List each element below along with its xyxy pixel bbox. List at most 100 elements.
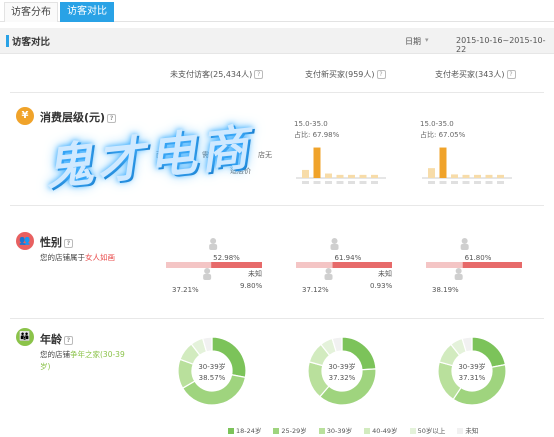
female-person-icon (210, 238, 217, 244)
people-icon: 👥 (16, 232, 34, 250)
section-title-age: 年龄? (40, 331, 73, 347)
bar[interactable] (451, 174, 458, 178)
bar[interactable] (474, 174, 481, 178)
legend-item[interactable]: 50岁以上 (409, 425, 446, 435)
bar-tick-label (474, 181, 481, 184)
bar[interactable] (428, 168, 435, 178)
female-pct: 61.94% (335, 254, 362, 262)
legend-label: 50岁以上 (417, 427, 446, 435)
female-person-icon (330, 244, 339, 250)
gender-highlight: 女人如画 (85, 253, 115, 262)
legend-swatch (364, 428, 371, 434)
donut-center-pct: 37.31% (459, 374, 486, 382)
bar[interactable] (325, 173, 332, 178)
unknown-pct: 9.80% (240, 282, 263, 290)
female-bar[interactable] (211, 262, 262, 268)
bar-tick-label (325, 181, 332, 184)
bar-tick-label (451, 181, 458, 184)
bar-tick-label (359, 181, 367, 184)
help-icon[interactable]: ? (64, 238, 73, 248)
age-donut-charts: 30-39岁 38.57% 30-39岁 37.32% 30-39岁 37.31% (177, 336, 507, 406)
bar[interactable] (439, 147, 447, 178)
unknown-label: 未知 (248, 269, 262, 278)
female-person-icon (460, 244, 469, 250)
yen-icon: ¥ (16, 107, 34, 125)
legend-item[interactable]: 未知 (457, 425, 478, 435)
male-bar[interactable] (296, 262, 333, 268)
legend-label: 未知 (465, 427, 479, 435)
help-icon[interactable]: ? (506, 70, 516, 79)
column-header-label: 支付老买家(343人) (435, 70, 505, 79)
male-person-icon (454, 274, 463, 280)
bar-tick-label (371, 181, 378, 184)
bar-tick-label (302, 181, 309, 184)
header-accent (6, 35, 9, 47)
unknown-label: 未知 (378, 269, 392, 278)
tab-visitor-distribution[interactable]: 访客分布 (4, 2, 58, 22)
legend-swatch (409, 428, 416, 434)
tooltip-range: 15.0-35.0 (420, 120, 454, 128)
bar[interactable] (497, 174, 504, 178)
column-header-old-buyers: 支付老买家(343人)? (435, 69, 516, 80)
donut-center-label: 30-39岁 (328, 362, 355, 371)
column-header-label: 支付新买家(959人) (305, 70, 375, 79)
section-title-gender: 性别? (40, 234, 73, 250)
bar[interactable] (485, 174, 493, 178)
female-person-icon (209, 244, 218, 250)
help-icon[interactable]: ? (376, 70, 386, 79)
help-icon[interactable]: ? (254, 70, 264, 79)
tooltip-ratio: 占比: 67.98% (294, 131, 340, 139)
female-person-icon (461, 238, 468, 244)
female-pct: 61.80% (465, 254, 492, 262)
male-person-icon (455, 268, 462, 274)
legend-swatch (457, 428, 464, 434)
gender-bars: 52.98% 37.21% 未知 9.80% 61.94% 37.12% 未知 0.93% 61… (166, 238, 522, 294)
bar[interactable] (462, 174, 470, 178)
female-person-icon (331, 238, 338, 244)
section-header: 访客对比 日期 ▾ 2015-10-16~2015-10-22 (0, 28, 554, 54)
bar[interactable] (336, 174, 344, 178)
chevron-down-icon[interactable]: ▾ (425, 36, 429, 44)
help-icon[interactable]: ? (64, 335, 73, 345)
legend-label: 18-24岁 (236, 427, 262, 435)
legend-label: 40-49岁 (372, 427, 398, 435)
male-person-icon (325, 268, 332, 274)
bar-tick-label (348, 181, 355, 184)
legend-item[interactable]: 30-39岁 (318, 425, 352, 435)
legend-item[interactable]: 25-29岁 (273, 425, 307, 435)
male-person-icon (203, 274, 212, 280)
donut-slice[interactable] (211, 336, 247, 379)
tooltip-ratio: 占比: 67.05% (420, 131, 466, 139)
bar-tick-label (313, 181, 321, 184)
male-pct: 38.19% (432, 286, 459, 294)
bar[interactable] (371, 174, 378, 178)
bar-tick-label (428, 181, 435, 184)
date-range: 2015-10-16~2015-10-22 (456, 36, 546, 54)
bar-tick-label (336, 181, 344, 184)
page-title: 访客对比 (12, 37, 51, 48)
male-person-icon (324, 274, 333, 280)
date-label[interactable]: 日期 (405, 36, 421, 47)
legend-item[interactable]: 18-24岁 (228, 425, 261, 435)
unknown-pct: 0.93% (370, 282, 393, 290)
female-bar[interactable] (462, 262, 522, 268)
donut-center-label: 30-39岁 (198, 362, 225, 371)
bar[interactable] (313, 147, 321, 178)
male-bar[interactable] (166, 262, 212, 268)
male-pct: 37.21% (172, 286, 199, 294)
bar[interactable] (302, 169, 309, 178)
bar[interactable] (359, 174, 367, 178)
male-pct: 37.12% (302, 286, 329, 294)
divider (10, 92, 544, 93)
column-header-new-buyers: 支付新买家(959人)? (305, 69, 386, 80)
spend-desc-fragment: 店无 (258, 151, 272, 159)
legend-swatch (273, 428, 280, 434)
gender-desc: 您的店铺属于女人如画 (40, 253, 115, 262)
legend-item[interactable]: 40-49岁 (364, 425, 398, 435)
tab-bar: 访客分布 访客对比 (0, 0, 554, 22)
family-icon: 👪 (16, 328, 34, 346)
bar[interactable] (348, 174, 355, 178)
female-bar[interactable] (332, 262, 392, 268)
male-bar[interactable] (426, 262, 463, 268)
tab-visitor-comparison[interactable]: 访客对比 (60, 2, 114, 22)
